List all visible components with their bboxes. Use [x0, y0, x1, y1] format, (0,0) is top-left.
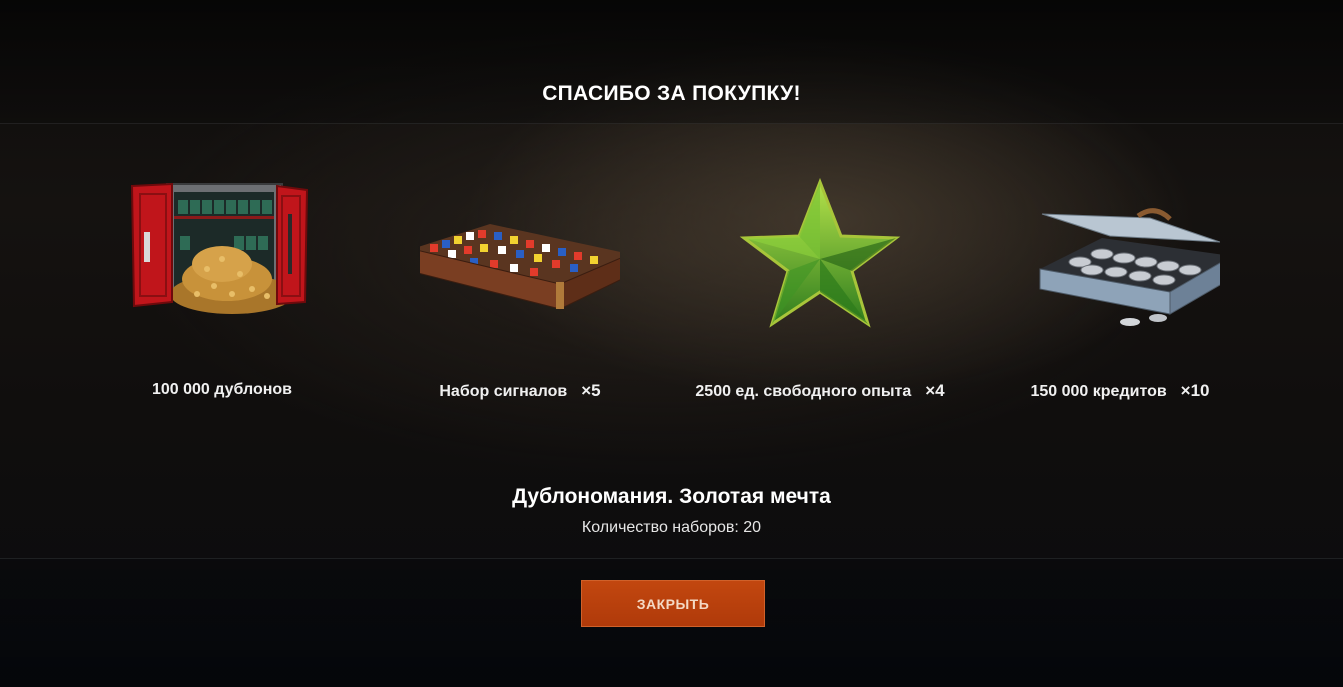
reward-label-text: 2500 ед. свободного опыта: [695, 383, 912, 400]
reward-label: 150 000 кредитов ×10: [970, 381, 1270, 401]
reward-label: 100 000 дублонов: [72, 381, 372, 399]
reward-item-signals: Набор сигналов ×5: [370, 124, 670, 424]
free-xp-star-icon: [720, 174, 920, 334]
reward-item-free-xp: 2500 ед. свободного опыта ×4: [670, 124, 970, 424]
close-button[interactable]: ЗАКРЫТЬ: [581, 580, 765, 627]
credits-box-icon: [1020, 174, 1233, 334]
pack-name: Дублономания. Золотая мечта: [512, 485, 831, 508]
reward-label: 2500 ед. свободного опыта ×4: [670, 381, 970, 401]
signal-flags-box-icon: [411, 174, 631, 334]
reward-label: Набор сигналов ×5: [370, 381, 670, 401]
reward-item-doubloons: 100 000 дублонов: [72, 124, 372, 424]
gold-safe-icon: [122, 174, 322, 334]
reward-label-text: Набор сигналов: [439, 383, 568, 400]
reward-multiplier: ×5: [581, 381, 601, 400]
dialog-title: СПАСИБО ЗА ПОКУПКУ!: [542, 82, 801, 105]
reward-multiplier: ×4: [925, 381, 945, 400]
reward-label-text: 100 000 дублонов: [151, 381, 292, 398]
pack-count: Количество наборов: 20: [581, 519, 762, 536]
reward-label-text: 150 000 кредитов: [1030, 383, 1167, 400]
reward-item-credits: 150 000 кредитов ×10: [970, 124, 1270, 424]
reward-multiplier: ×10: [1180, 381, 1210, 400]
rewards-list: 100 000 дублонов Набор сигналов ×5 2500 …: [0, 124, 1343, 444]
